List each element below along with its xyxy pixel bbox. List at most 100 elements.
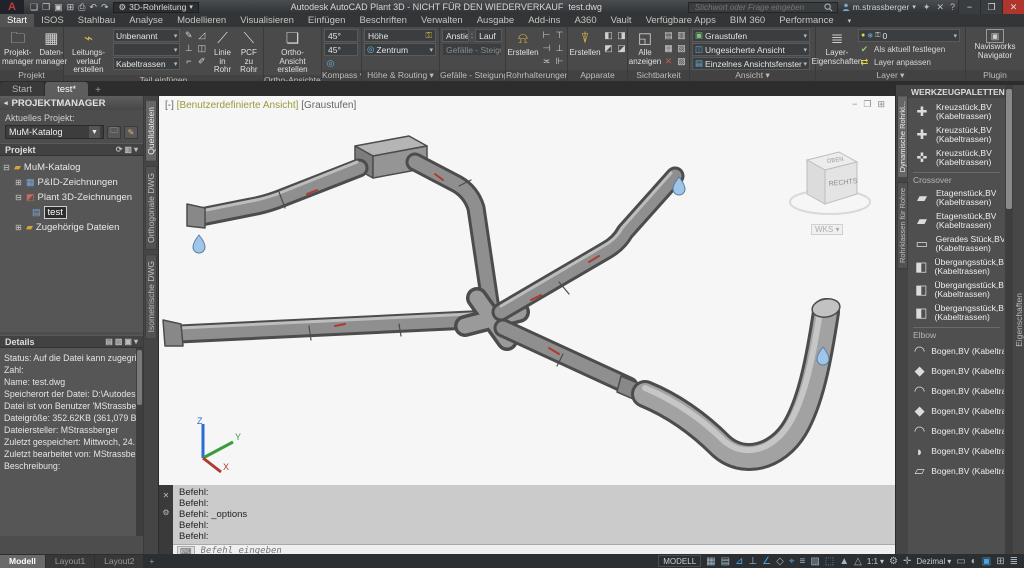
tab-bim360[interactable]: BIM 360 [723,14,772,27]
help-search-box[interactable] [688,2,838,13]
viewport-config-select[interactable]: ▤Einzelnes Ansichtsfenster▾ [692,57,810,70]
palette-item-bogen[interactable]: ◠Bogen,BV (Kabeltrassen) [909,341,1004,361]
tree-node-mum-katalog[interactable]: ⊟ ▰ MuM-Katalog [2,160,141,175]
units-select[interactable]: Dezimal ▾ [916,557,951,566]
restore-button[interactable]: ❐ [980,0,1002,14]
tab-einfuegen[interactable]: Einfügen [301,14,353,27]
help-icon[interactable]: ? [947,2,958,12]
collapse-icon[interactable]: ⊟ [2,163,11,172]
tray-run-left[interactable] [163,313,491,346]
panel-label-hoehe[interactable]: Höhe & Routing ▾ [362,70,439,81]
tool-icon[interactable]: ◩ [602,42,615,54]
drawing-canvas[interactable]: [-] [Benutzerdefinierte Ansicht] [Graust… [158,96,895,485]
new-drawing-tab-button[interactable]: + [89,85,107,96]
tool-icon[interactable]: ⊢ [540,29,553,41]
tool-icon[interactable]: ⊥ [182,42,195,54]
palette-item-uebergangsstueck[interactable]: ◧Übergangsstück,BV(Kabeltrassen) [909,255,1004,278]
tool-icon[interactable]: ✎ [182,29,195,41]
save-icon[interactable]: ▣ [54,2,63,13]
sign-in-area[interactable]: m.strassberger ▾ [838,2,920,12]
panel-label-ansicht[interactable]: Ansicht ▾ [690,70,815,81]
new-layout-button[interactable]: + [144,556,159,566]
kompass-angle-2[interactable]: 45° [324,43,358,56]
doc-tab-start[interactable]: Start [0,82,44,96]
tool-icon[interactable]: ◪ [615,42,628,54]
plot-icon[interactable]: ⎙ [78,2,85,13]
snap-icon[interactable]: ▤ [721,556,730,567]
palette-scrollbar[interactable] [1005,85,1013,554]
tool-icon[interactable]: ⌐ [182,55,195,67]
lineweight-icon[interactable]: ≡ [799,556,805,567]
tool-icon[interactable]: ⊩ [553,55,566,67]
layout-tab-modell[interactable]: Modell [0,555,45,568]
tool-icon[interactable]: ▧ [675,42,688,54]
tool-icon[interactable]: ◿ [195,29,208,41]
tool-icon[interactable]: ▥ [675,29,688,41]
collapse-icon[interactable]: ▾ [134,337,138,346]
tray-run-upper-left[interactable] [187,162,359,228]
side-tab-orthogonale-dwg[interactable]: Orthogonale DWG [145,166,157,250]
apparat-erstellen-button[interactable]: ⍒Erstellen [570,29,600,58]
projekt-section-header[interactable]: Projekt ⟳▥▾ [0,143,143,156]
tab-ausgabe[interactable]: Ausgabe [470,14,522,27]
clean-screen-icon[interactable]: ⊞ [996,556,1004,567]
layer-select[interactable]: ●❄⚿0▾ [858,29,960,42]
projektmanager-button[interactable]: 🗀Projekt- manager [2,29,34,66]
tab-isos[interactable]: ISOS [34,14,71,27]
hoehe-field[interactable]: Höhe⚿ [364,29,436,42]
project-select[interactable]: MuM-Katalog ▼ [5,125,104,139]
detail-view-icon[interactable]: ▤ [105,337,113,346]
undo-icon[interactable]: ↶ [89,2,97,13]
close-button[interactable]: ✕ [1002,0,1024,14]
expand-icon[interactable]: ⊞ [14,223,23,232]
collapse-icon[interactable]: ⊟ [14,193,23,202]
project-open-icon[interactable]: 🗀 [107,126,121,139]
polar-icon[interactable]: ∠ [762,556,771,567]
doc-tab-test[interactable]: test* [45,82,88,96]
model-space-button[interactable]: MODELL [658,555,701,567]
tool-icon[interactable]: ≍ [540,55,553,67]
tree-node-zugehoerige-dateien[interactable]: ⊞ ▰ Zugehörige Dateien [2,220,141,235]
palette-item-gerades-stueck[interactable]: ▭Gerades Stück,BV(Kabeltrassen) [909,232,1004,255]
palette-item-bogen[interactable]: ◆Bogen,BV (Kabeltrassen) [909,361,1004,381]
annotation-monitor-icon[interactable]: ✛ [903,556,911,567]
tool-icon[interactable]: ⊤ [553,29,566,41]
view-select[interactable]: ◫Ungesicherte Ansicht▾ [692,43,810,56]
tool-icon[interactable]: ◧ [602,29,615,41]
isodraft-icon[interactable]: ◇ [776,556,784,567]
tool-icon[interactable]: ✐ [195,55,208,67]
tab-visualisieren[interactable]: Visualisieren [233,14,301,27]
tree-node-pid-zeichnungen[interactable]: ⊞ ▦ P&ID-Zeichnungen [2,175,141,190]
open-icon[interactable]: ❐ [42,2,50,13]
expand-icon[interactable]: ▾ [134,145,138,154]
annotation-scale-select[interactable]: 1:1 ▾ [867,557,884,566]
set-current-layer-icon[interactable]: ✔ [858,43,871,55]
workspace-gear-icon[interactable]: ⚙ [889,556,898,567]
kompass-angle-1[interactable]: 45° [324,29,358,42]
kompass-toggle-icon[interactable]: ◎ [324,57,337,69]
saveas-icon[interactable]: ⊞ [67,2,75,13]
command-history[interactable]: Befehl: Befehl: Befehl: _options Befehl:… [173,485,895,544]
model-3d-cable-tray[interactable] [159,96,896,485]
tool-icon[interactable]: ▤ [662,29,675,41]
tab-verwalten[interactable]: Verwalten [414,14,470,27]
pin-icon[interactable]: ▣ [124,337,132,346]
pipe-spec-select[interactable]: Unbenannt▾ [113,29,180,42]
tool-icon[interactable]: ⊥ [553,42,566,54]
leitungsverlauf-button[interactable]: ⌁Leitungs­verlauf erstellen [66,29,111,75]
palette-tab-eigenschaften[interactable]: Eigenschaften [1014,287,1024,353]
pcf-zu-rohr-button[interactable]: ⟍PCF zu Rohr [237,29,261,75]
panel-label-gefaelle[interactable]: Gefälle - Steigung [440,70,505,81]
datenmanager-button[interactable]: ▦Daten- manager [36,29,68,66]
palette-item-bogen[interactable]: ◆Bogen,BV (Kabeltrassen) [909,401,1004,421]
customization-icon[interactable]: ≣ [1010,556,1018,567]
side-tab-quelldateien[interactable]: Quelldateien [145,100,157,162]
tab-performance[interactable]: Performance [772,14,840,27]
osnap-icon[interactable]: ⌖ [789,556,795,567]
exchange-apps-icon[interactable]: ✕ [933,2,947,13]
help-search-input[interactable] [693,2,824,13]
tray-run-upper-right[interactable] [501,173,675,312]
palette-item-bogen[interactable]: ◗Bogen,BV (Kabeltrassen) [909,441,1004,461]
refresh-icon[interactable]: ⟳ [116,145,123,154]
navisworks-button[interactable]: ▣Navisworks Navigator [972,29,1018,60]
